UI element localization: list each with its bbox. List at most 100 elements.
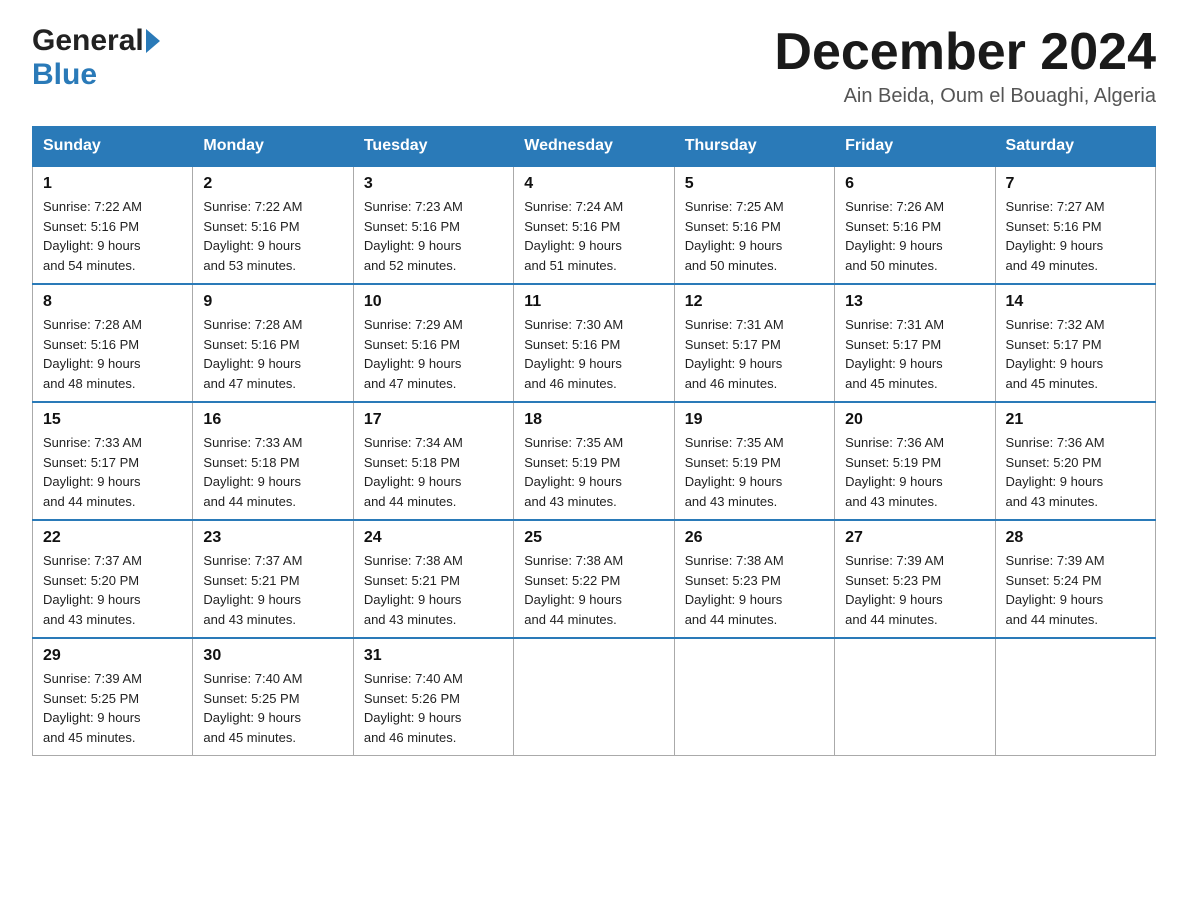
title-area: December 2024 Ain Beida, Oum el Bouaghi,… [774,24,1156,108]
col-header-friday: Friday [835,127,995,167]
calendar-cell: 29 Sunrise: 7:39 AMSunset: 5:25 PMDayligh… [33,638,193,756]
day-number: 15 [43,411,182,429]
calendar-cell: 14 Sunrise: 7:32 AMSunset: 5:17 PMDayligh… [995,284,1155,402]
calendar-cell: 3 Sunrise: 7:23 AMSunset: 5:16 PMDaylight… [353,166,513,284]
col-header-thursday: Thursday [674,127,834,167]
day-number: 4 [524,175,663,193]
day-info: Sunrise: 7:40 AMSunset: 5:26 PMDaylight:… [364,669,503,747]
calendar-cell: 7 Sunrise: 7:27 AMSunset: 5:16 PMDaylight… [995,166,1155,284]
calendar-cell: 8 Sunrise: 7:28 AMSunset: 5:16 PMDaylight… [33,284,193,402]
day-info: Sunrise: 7:34 AMSunset: 5:18 PMDaylight:… [364,433,503,511]
col-header-monday: Monday [193,127,353,167]
calendar-table: SundayMondayTuesdayWednesdayThursdayFrid… [32,126,1156,756]
day-info: Sunrise: 7:39 AMSunset: 5:24 PMDaylight:… [1006,551,1145,629]
page-header: General Blue December 2024 Ain Beida, Ou… [32,24,1156,108]
day-info: Sunrise: 7:24 AMSunset: 5:16 PMDaylight:… [524,197,663,275]
day-info: Sunrise: 7:33 AMSunset: 5:17 PMDaylight:… [43,433,182,511]
location-subtitle: Ain Beida, Oum el Bouaghi, Algeria [774,85,1156,108]
day-info: Sunrise: 7:36 AMSunset: 5:19 PMDaylight:… [845,433,984,511]
day-number: 29 [43,647,182,665]
day-info: Sunrise: 7:35 AMSunset: 5:19 PMDaylight:… [685,433,824,511]
day-number: 24 [364,529,503,547]
calendar-cell: 28 Sunrise: 7:39 AMSunset: 5:24 PMDayligh… [995,520,1155,638]
day-number: 26 [685,529,824,547]
day-info: Sunrise: 7:38 AMSunset: 5:23 PMDaylight:… [685,551,824,629]
calendar-cell: 13 Sunrise: 7:31 AMSunset: 5:17 PMDayligh… [835,284,995,402]
logo-arrow-icon [146,29,160,53]
day-number: 22 [43,529,182,547]
day-info: Sunrise: 7:40 AMSunset: 5:25 PMDaylight:… [203,669,342,747]
calendar-week-row: 15 Sunrise: 7:33 AMSunset: 5:17 PMDayligh… [33,402,1156,520]
calendar-cell: 2 Sunrise: 7:22 AMSunset: 5:16 PMDaylight… [193,166,353,284]
calendar-cell [674,638,834,756]
calendar-cell: 16Sunrise: 7:33 AMSunset: 5:18 PMDayligh… [193,402,353,520]
day-number: 2 [203,175,342,193]
day-info: Sunrise: 7:26 AMSunset: 5:16 PMDaylight:… [845,197,984,275]
calendar-cell: 30 Sunrise: 7:40 AMSunset: 5:25 PMDayligh… [193,638,353,756]
calendar-cell: 1 Sunrise: 7:22 AMSunset: 5:16 PMDaylight… [33,166,193,284]
calendar-week-row: 1 Sunrise: 7:22 AMSunset: 5:16 PMDaylight… [33,166,1156,284]
day-number: 8 [43,293,182,311]
col-header-wednesday: Wednesday [514,127,674,167]
calendar-cell: 9 Sunrise: 7:28 AMSunset: 5:16 PMDaylight… [193,284,353,402]
calendar-week-row: 8 Sunrise: 7:28 AMSunset: 5:16 PMDaylight… [33,284,1156,402]
day-number: 16 [203,411,342,429]
calendar-cell: 18Sunrise: 7:35 AMSunset: 5:19 PMDayligh… [514,402,674,520]
day-number: 9 [203,293,342,311]
calendar-cell: 25Sunrise: 7:38 AMSunset: 5:22 PMDayligh… [514,520,674,638]
day-info: Sunrise: 7:39 AMSunset: 5:25 PMDaylight:… [43,669,182,747]
day-number: 21 [1006,411,1145,429]
calendar-cell: 31 Sunrise: 7:40 AMSunset: 5:26 PMDayligh… [353,638,513,756]
day-number: 1 [43,175,182,193]
day-number: 13 [845,293,984,311]
col-header-tuesday: Tuesday [353,127,513,167]
day-info: Sunrise: 7:22 AMSunset: 5:16 PMDaylight:… [43,197,182,275]
calendar-cell: 17 Sunrise: 7:34 AMSunset: 5:18 PMDayligh… [353,402,513,520]
calendar-week-row: 29 Sunrise: 7:39 AMSunset: 5:25 PMDayligh… [33,638,1156,756]
calendar-cell [835,638,995,756]
day-number: 30 [203,647,342,665]
calendar-cell: 23Sunrise: 7:37 AMSunset: 5:21 PMDayligh… [193,520,353,638]
day-info: Sunrise: 7:27 AMSunset: 5:16 PMDaylight:… [1006,197,1145,275]
day-number: 12 [685,293,824,311]
day-info: Sunrise: 7:28 AMSunset: 5:16 PMDaylight:… [203,315,342,393]
month-title: December 2024 [774,24,1156,81]
day-info: Sunrise: 7:39 AMSunset: 5:23 PMDaylight:… [845,551,984,629]
calendar-cell: 20 Sunrise: 7:36 AMSunset: 5:19 PMDayligh… [835,402,995,520]
day-number: 17 [364,411,503,429]
calendar-cell: 19 Sunrise: 7:35 AMSunset: 5:19 PMDayligh… [674,402,834,520]
day-info: Sunrise: 7:31 AMSunset: 5:17 PMDaylight:… [845,315,984,393]
day-info: Sunrise: 7:22 AMSunset: 5:16 PMDaylight:… [203,197,342,275]
day-number: 20 [845,411,984,429]
day-info: Sunrise: 7:31 AMSunset: 5:17 PMDaylight:… [685,315,824,393]
calendar-cell: 15 Sunrise: 7:33 AMSunset: 5:17 PMDayligh… [33,402,193,520]
day-info: Sunrise: 7:32 AMSunset: 5:17 PMDaylight:… [1006,315,1145,393]
day-number: 7 [1006,175,1145,193]
day-number: 11 [524,293,663,311]
day-info: Sunrise: 7:38 AMSunset: 5:21 PMDaylight:… [364,551,503,629]
calendar-cell: 21Sunrise: 7:36 AMSunset: 5:20 PMDayligh… [995,402,1155,520]
day-info: Sunrise: 7:29 AMSunset: 5:16 PMDaylight:… [364,315,503,393]
day-info: Sunrise: 7:37 AMSunset: 5:20 PMDaylight:… [43,551,182,629]
day-info: Sunrise: 7:38 AMSunset: 5:22 PMDaylight:… [524,551,663,629]
calendar-cell [995,638,1155,756]
day-number: 28 [1006,529,1145,547]
logo-general: General [32,24,144,58]
calendar-cell: 22 Sunrise: 7:37 AMSunset: 5:20 PMDayligh… [33,520,193,638]
calendar-header-row: SundayMondayTuesdayWednesdayThursdayFrid… [33,127,1156,167]
logo-blue: Blue [32,58,97,91]
day-number: 14 [1006,293,1145,311]
day-number: 31 [364,647,503,665]
day-info: Sunrise: 7:28 AMSunset: 5:16 PMDaylight:… [43,315,182,393]
day-number: 27 [845,529,984,547]
calendar-week-row: 22 Sunrise: 7:37 AMSunset: 5:20 PMDayligh… [33,520,1156,638]
day-info: Sunrise: 7:23 AMSunset: 5:16 PMDaylight:… [364,197,503,275]
day-number: 3 [364,175,503,193]
day-number: 19 [685,411,824,429]
calendar-cell: 27 Sunrise: 7:39 AMSunset: 5:23 PMDayligh… [835,520,995,638]
calendar-cell: 24 Sunrise: 7:38 AMSunset: 5:21 PMDayligh… [353,520,513,638]
calendar-cell: 12 Sunrise: 7:31 AMSunset: 5:17 PMDayligh… [674,284,834,402]
calendar-cell: 11Sunrise: 7:30 AMSunset: 5:16 PMDayligh… [514,284,674,402]
logo: General Blue [32,24,163,92]
day-number: 6 [845,175,984,193]
